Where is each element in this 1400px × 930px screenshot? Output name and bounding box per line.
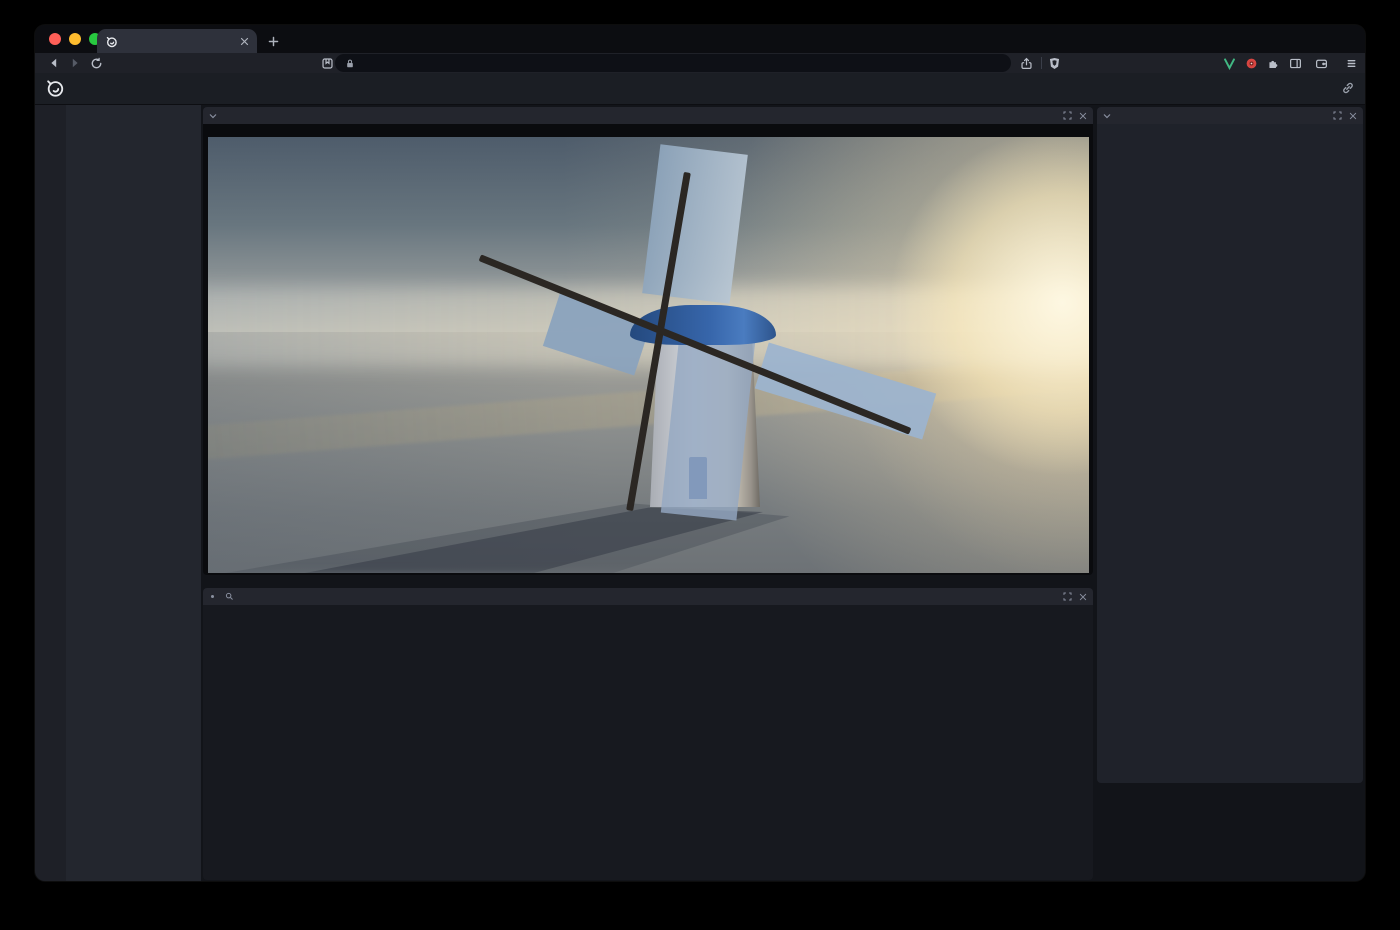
- page-content: [35, 105, 1365, 881]
- tab-strip: [35, 25, 1365, 53]
- new-tab-button[interactable]: [263, 31, 283, 51]
- menu-icon[interactable]: [1345, 53, 1358, 73]
- main-area: [201, 105, 1365, 881]
- windmill-sail: [642, 144, 748, 304]
- vue-extension-icon[interactable]: [1223, 53, 1236, 73]
- address-bar[interactable]: [335, 54, 1011, 72]
- lock-icon: [345, 58, 355, 69]
- close-icon[interactable]: [1079, 593, 1087, 601]
- search-panel: [203, 588, 1093, 880]
- code-editor[interactable]: [1097, 124, 1363, 783]
- chevron-down-icon[interactable]: [209, 113, 217, 119]
- tab-favicon-flecs: [105, 35, 118, 48]
- share-icon[interactable]: [1020, 53, 1033, 73]
- traffic-lights[interactable]: [49, 33, 101, 45]
- close-icon[interactable]: [1349, 112, 1357, 120]
- browser-window: [35, 25, 1365, 881]
- close-window-button[interactable]: [49, 33, 61, 45]
- page-header: [35, 73, 1365, 105]
- canvas-panel-body: [203, 124, 1093, 575]
- close-icon[interactable]: [1079, 112, 1087, 120]
- maximize-icon[interactable]: [1063, 111, 1072, 120]
- toolbar-separator: [1041, 57, 1042, 69]
- red-extension-icon[interactable]: [1245, 53, 1258, 73]
- reload-button[interactable]: [90, 53, 103, 73]
- side-panel-icon[interactable]: [1289, 53, 1302, 73]
- entity-tree: [66, 105, 201, 881]
- editor-panel: [1097, 107, 1363, 783]
- wallet-icon[interactable]: [1315, 53, 1328, 73]
- maximize-icon[interactable]: [1333, 111, 1342, 120]
- permalink-icon[interactable]: [1341, 81, 1355, 100]
- icon-rail: [35, 105, 66, 881]
- collapse-dot-icon[interactable]: [211, 595, 214, 598]
- editor-panel-header[interactable]: [1097, 107, 1363, 125]
- browser-toolbar: [35, 53, 1365, 73]
- search-icon: [225, 592, 234, 601]
- tab-close-icon[interactable]: [240, 37, 249, 46]
- maximize-icon[interactable]: [1063, 592, 1072, 601]
- forward-button[interactable]: [68, 53, 82, 73]
- flecs-logo: [44, 77, 66, 104]
- browser-tab[interactable]: [97, 29, 257, 53]
- search-panel-header[interactable]: [203, 588, 1093, 606]
- search-panel-body[interactable]: [203, 605, 1093, 880]
- extensions-puzzle-icon[interactable]: [1267, 53, 1280, 73]
- 3d-canvas[interactable]: [208, 137, 1089, 573]
- brave-shield-icon[interactable]: [1048, 53, 1061, 73]
- minimize-window-button[interactable]: [69, 33, 81, 45]
- bookmark-sidebar-icon[interactable]: [321, 53, 334, 73]
- chevron-down-icon[interactable]: [1103, 113, 1111, 119]
- canvas-panel-header[interactable]: [203, 107, 1093, 125]
- canvas-panel: [203, 107, 1093, 575]
- back-button[interactable]: [47, 53, 61, 73]
